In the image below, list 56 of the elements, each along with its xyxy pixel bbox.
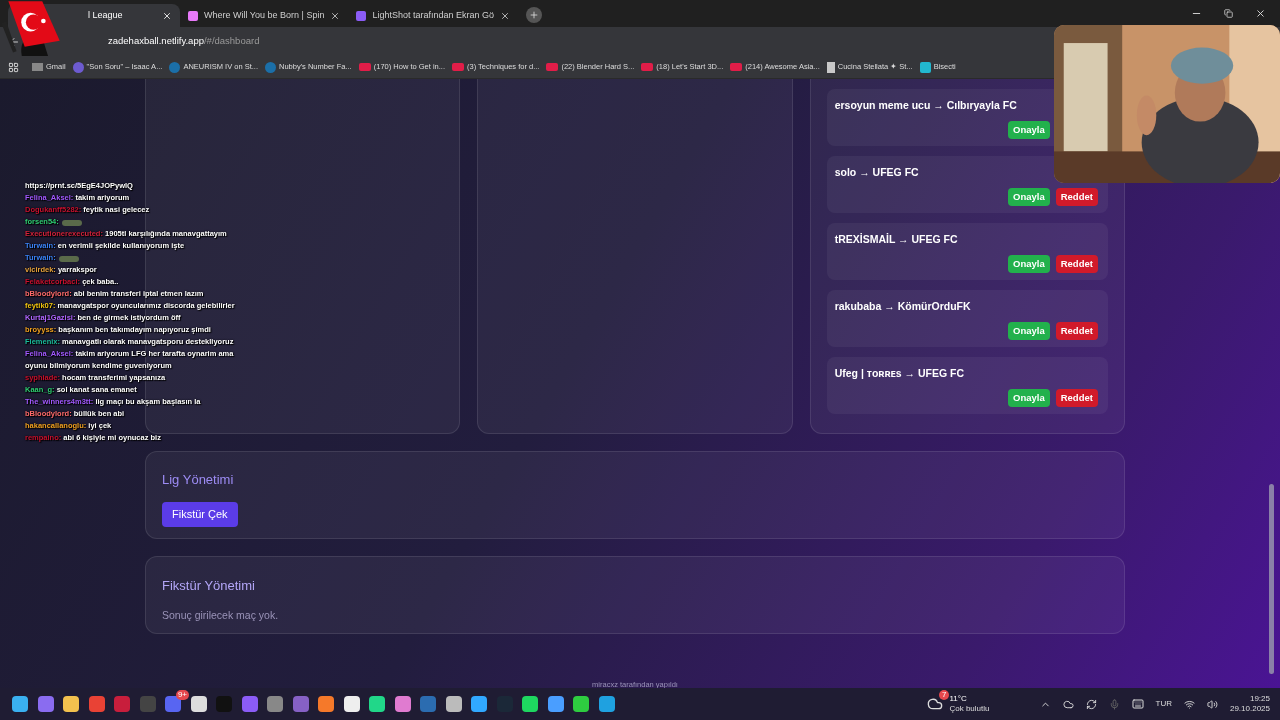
restore-icon[interactable] <box>1224 9 1233 18</box>
video-icon <box>546 63 559 71</box>
draw-fixtures-button[interactable]: Fikstür Çek <box>162 501 238 527</box>
section-title: Lig Yönetimi <box>162 471 234 489</box>
video-icon <box>358 63 371 71</box>
close-icon[interactable] <box>1255 8 1266 19</box>
transfer-text: Ufeg | ᴛᴏʀʀᴇs → UFEG FC <box>834 366 966 381</box>
volume-icon[interactable] <box>1206 698 1218 710</box>
cube-icon <box>919 61 931 73</box>
reject-button[interactable]: Reddet <box>1055 322 1098 340</box>
weather-text: Çok bulutlu <box>949 704 990 714</box>
transfer-text: ersoyun meme ucu → Cılbıryayla FC <box>834 98 1018 113</box>
section-title: Fikstür Yönetimi <box>162 577 256 595</box>
mail-icon <box>32 63 43 71</box>
scrollbar[interactable] <box>1269 484 1274 674</box>
language-indicator[interactable]: TUR <box>1155 698 1172 710</box>
apps-icon[interactable] <box>8 61 19 73</box>
globe-icon <box>72 61 84 73</box>
tab-title: l League <box>88 8 124 22</box>
temperature: 11°C <box>949 694 968 704</box>
video-icon <box>730 63 743 71</box>
app-icon[interactable] <box>445 696 462 712</box>
plus-icon <box>529 10 539 20</box>
notification-badge: 9+ <box>175 690 189 700</box>
reject-button[interactable]: Reddet <box>1055 188 1098 206</box>
app-icon[interactable] <box>343 696 360 712</box>
tab-title: Where Will You be Born | Spin <box>204 8 325 22</box>
sync-icon[interactable] <box>1085 698 1097 710</box>
notification-badge: 7 <box>939 690 950 700</box>
tab-icon <box>188 10 198 21</box>
empty-message: Sonuç girilecek maç yok. <box>162 607 280 623</box>
transfer-text: solo → UFEG FC <box>834 165 920 180</box>
keyboard-icon[interactable] <box>1131 698 1144 710</box>
page-icon <box>826 61 835 73</box>
new-tab-button[interactable] <box>526 7 542 23</box>
reject-button[interactable]: Reddet <box>1055 389 1098 407</box>
close-icon[interactable] <box>162 10 172 21</box>
app-icon[interactable] <box>547 696 564 712</box>
close-icon[interactable] <box>330 10 341 21</box>
reject-button[interactable]: Reddet <box>1055 255 1098 273</box>
video-icon <box>452 63 464 71</box>
video-icon <box>641 63 654 71</box>
browser-tab[interactable]: Where Will You be Born | Spin <box>180 4 349 27</box>
clock: 19:25 <box>1249 694 1270 704</box>
tab-icon <box>356 10 367 21</box>
tab-title: LightShot tarafından Ekran Gö <box>372 8 494 22</box>
transfer-text: tREXİSMAİL → UFEG FC <box>834 232 959 247</box>
cloud-icon[interactable] <box>1062 698 1074 710</box>
close-icon[interactable] <box>500 10 510 21</box>
weather-icon <box>927 696 944 712</box>
app-icon[interactable] <box>190 696 207 712</box>
transfer-text: rakubaba → KömürOrduFK <box>834 299 972 314</box>
browser-tab[interactable]: LightShot tarafından Ekran Gö <box>348 4 518 27</box>
address-field[interactable]: zadehaxball.netlify.app/#/dashboard <box>108 34 260 49</box>
network-icon[interactable] <box>1183 698 1195 710</box>
date: 29.10.2025 <box>1229 704 1270 714</box>
